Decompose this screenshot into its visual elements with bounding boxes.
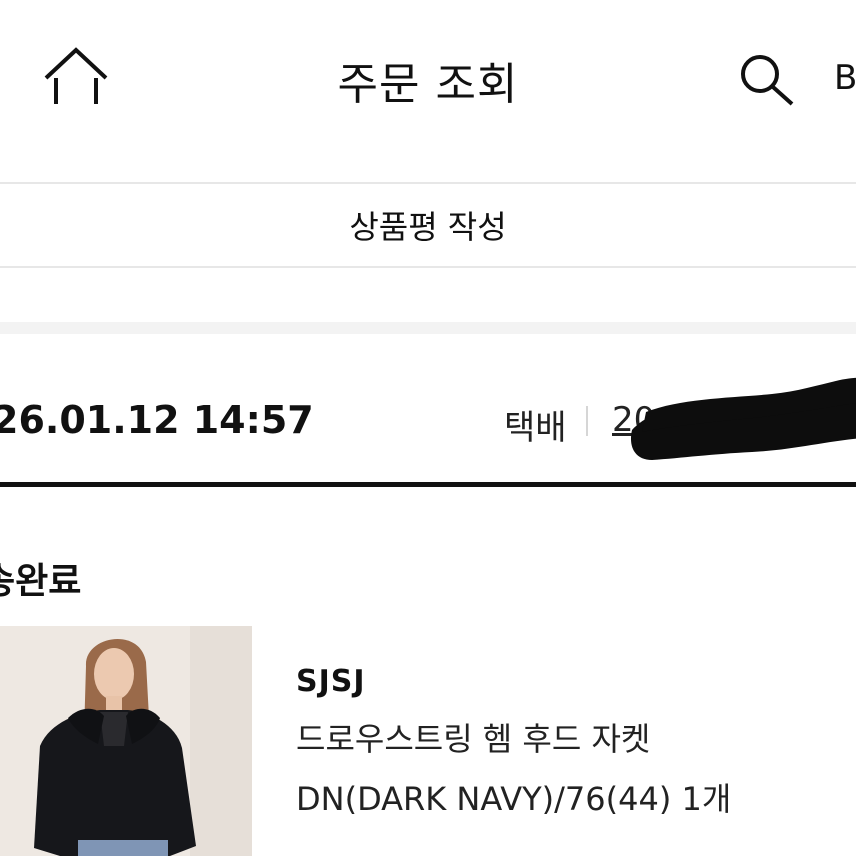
page-title: 주문 조회: [337, 59, 519, 110]
product-image[interactable]: [0, 626, 252, 856]
search-icon[interactable]: [736, 52, 796, 108]
order-status: 송완료: [0, 561, 82, 602]
redaction-mark: [622, 368, 856, 468]
order-date: 26.01.12 14:57: [0, 398, 314, 442]
section-divider: [0, 482, 856, 487]
product-option: DN(DARK NAVY)/76(44) 1개: [296, 774, 731, 820]
header: 주문 조회 B: [0, 0, 856, 160]
header-right-cutoff[interactable]: B: [834, 58, 856, 98]
product-option-value: DN(DARK NAVY)/76(44): [296, 780, 672, 818]
write-review-button[interactable]: 상품평 작성: [0, 184, 856, 266]
product-brand: SJSJ: [296, 664, 366, 699]
product-quantity: 1개: [681, 780, 732, 818]
delivery-method: 택배: [504, 408, 567, 448]
separator: [586, 406, 588, 436]
product-name[interactable]: 드로우스트링 헴 후드 자켓: [296, 714, 650, 760]
divider: [0, 266, 856, 268]
section-gap: [0, 322, 856, 334]
